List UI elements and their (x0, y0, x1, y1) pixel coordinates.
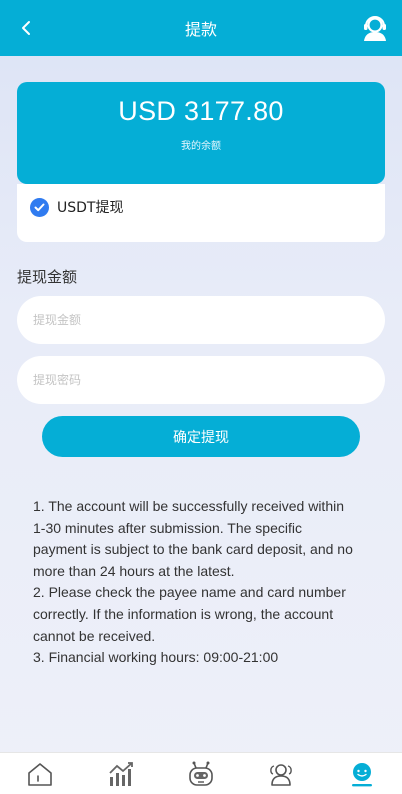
confirm-withdraw-button[interactable]: 确定提现 (42, 416, 360, 457)
back-button[interactable] (14, 16, 38, 40)
market-chart-icon (108, 761, 133, 786)
profile-icon (351, 762, 372, 786)
home-icon (28, 762, 52, 786)
customer-service-button[interactable] (362, 14, 388, 42)
withdraw-amount-input[interactable] (17, 296, 385, 344)
note-item: 1. The account will be successfully rece… (33, 498, 353, 579)
note-item: 3. Financial working hours: 09:00-21:00 (33, 649, 279, 666)
withdraw-password-input[interactable] (17, 356, 385, 404)
tab-robot[interactable] (181, 754, 221, 794)
checkbox-checked-icon[interactable] (30, 197, 49, 217)
bottom-tab-bar (0, 752, 402, 794)
chevron-left-icon (22, 21, 30, 35)
balance-label: 我的余额 (181, 141, 221, 152)
team-icon (270, 763, 293, 786)
note-item: 2. Please check the payee name and card … (33, 584, 346, 644)
robot-icon (189, 761, 213, 786)
withdraw-notes: 1. The account will be successfully rece… (33, 496, 353, 669)
balance-card: USD 3177.80 我的余额 (17, 82, 385, 184)
tab-profile[interactable] (342, 754, 382, 794)
usdt-method-label: USDT提现 (57, 200, 124, 216)
tab-market[interactable] (101, 754, 141, 794)
withdraw-method-card: USDT提现 (17, 184, 385, 242)
balance-amount: USD 3177.80 (118, 96, 284, 126)
tab-home[interactable] (20, 754, 60, 794)
usdt-method-option[interactable]: USDT提现 (30, 197, 123, 217)
page-title: 提款 (184, 20, 217, 39)
tab-team[interactable] (261, 754, 301, 794)
app-header: 提款 (0, 0, 402, 56)
amount-section-title: 提现金额 (17, 268, 78, 286)
customer-service-icon (364, 16, 386, 41)
